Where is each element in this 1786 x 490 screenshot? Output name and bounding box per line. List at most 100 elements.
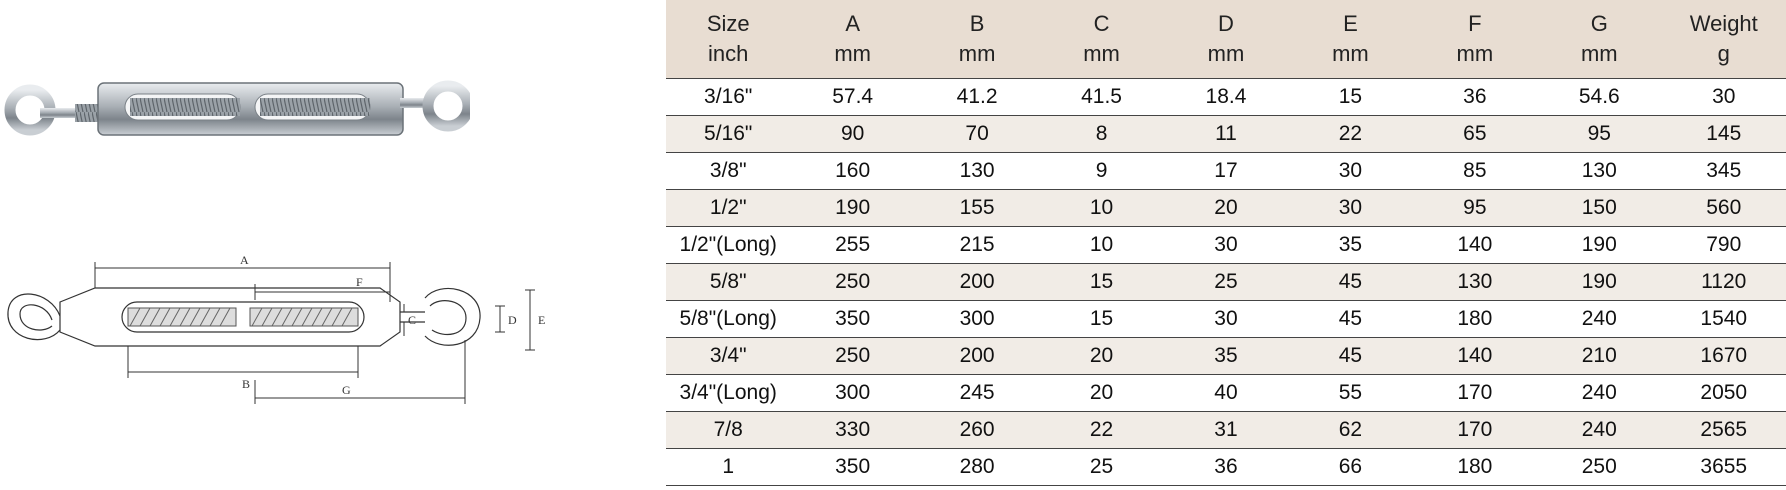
cell-b: 245 [914,374,1040,412]
cell-c: 10 [1039,189,1164,227]
cell-d: 18.4 [1163,78,1289,116]
cell-b: 300 [914,300,1040,338]
cell-g: 250 [1537,448,1662,486]
dimension-label-e: E [538,313,545,327]
cell-c: 9 [1039,152,1164,190]
cell-g: 150 [1537,189,1662,227]
cell-size: 3/16" [666,78,791,116]
dimension-label-f: F [356,275,363,289]
table-row: 5/16" 90 70 8 11 22 65 95 145 [666,115,1786,153]
cell-b: 155 [914,189,1040,227]
cell-a: 160 [790,152,915,190]
cell-a: 255 [790,226,915,264]
cell-b: 200 [914,263,1040,301]
cell-a: 350 [790,300,915,338]
header-f: Fmm [1412,0,1538,79]
cell-size: 7/8 [666,411,791,449]
cell-b: 41.2 [914,78,1040,116]
cell-f: 140 [1412,226,1538,264]
table-row: 1/2" 190 155 10 20 30 95 150 560 [666,189,1786,227]
cell-c: 22 [1039,411,1164,449]
cell-f: 170 [1412,374,1538,412]
cell-d: 11 [1163,115,1289,153]
cell-size: 5/8" [666,263,791,301]
cell-weight: 1540 [1661,300,1786,338]
cell-d: 30 [1163,300,1289,338]
cell-a: 330 [790,411,915,449]
dimension-drawing: A F B G C D E [7,253,545,404]
cell-c: 10 [1039,226,1164,264]
cell-e: 45 [1288,263,1413,301]
table-row: 7/8 330 260 22 31 62 170 240 2565 [666,411,1786,449]
cell-g: 190 [1537,226,1662,264]
table-row: 1 350 280 25 36 66 180 250 3655 [666,448,1786,486]
header-d: Dmm [1163,0,1289,79]
cell-f: 95 [1412,189,1538,227]
table-header-row: Size inch Amm Bmm Cmm Dmm Emm Fmm Gmm Wei… [666,0,1786,79]
cell-d: 31 [1163,411,1289,449]
table-row: 3/16" 57.4 41.2 41.5 18.4 15 36 54.6 30 [666,78,1786,116]
cell-d: 25 [1163,263,1289,301]
cell-d: 20 [1163,189,1289,227]
cell-weight: 3655 [1661,448,1786,486]
cell-c: 20 [1039,337,1164,375]
cell-b: 200 [914,337,1040,375]
cell-weight: 560 [1661,189,1786,227]
cell-g: 190 [1537,263,1662,301]
table-row: 3/4" 250 200 20 35 45 140 210 1670 [666,337,1786,375]
product-illustrations: A F B G C D E [0,0,650,490]
table-body: 3/16" 57.4 41.2 41.5 18.4 15 36 54.6 30 5/16" 90 70… [666,78,1786,486]
cell-e: 62 [1288,411,1413,449]
cell-e: 66 [1288,448,1413,486]
header-size: Size inch [666,0,791,79]
cell-e: 45 [1288,337,1413,375]
cell-b: 260 [914,411,1040,449]
cell-d: 17 [1163,152,1289,190]
cell-e: 45 [1288,300,1413,338]
header-c: Cmm [1039,0,1164,79]
cell-weight: 1120 [1661,263,1786,301]
cell-g: 54.6 [1537,78,1662,116]
cell-weight: 145 [1661,115,1786,153]
cell-g: 130 [1537,152,1662,190]
cell-d: 40 [1163,374,1289,412]
cell-f: 85 [1412,152,1538,190]
cell-f: 130 [1412,263,1538,301]
cell-d: 35 [1163,337,1289,375]
cell-g: 240 [1537,411,1662,449]
cell-g: 240 [1537,374,1662,412]
header-e: Emm [1288,0,1413,79]
table-row: 5/8"(Long) 350 300 15 30 45 180 240 1540 [666,300,1786,338]
cell-size: 1 [666,448,791,486]
cell-c: 15 [1039,300,1164,338]
cell-b: 215 [914,226,1040,264]
cell-e: 30 [1288,189,1413,227]
cell-f: 140 [1412,337,1538,375]
cell-b: 70 [914,115,1040,153]
cell-f: 65 [1412,115,1538,153]
cell-g: 240 [1537,300,1662,338]
cell-c: 15 [1039,263,1164,301]
cell-a: 57.4 [790,78,915,116]
cell-c: 41.5 [1039,78,1164,116]
cell-weight: 1670 [1661,337,1786,375]
cell-f: 36 [1412,78,1538,116]
header-g: Gmm [1537,0,1662,79]
dimension-label-b: B [242,377,250,391]
cell-f: 180 [1412,448,1538,486]
cell-size: 1/2"(Long) [666,226,791,264]
cell-size: 3/4" [666,337,791,375]
header-b: Bmm [914,0,1040,79]
cell-f: 180 [1412,300,1538,338]
dimension-label-d: D [508,313,517,327]
dimension-label-c: C [408,313,416,327]
cell-size: 5/16" [666,115,791,153]
cell-e: 30 [1288,152,1413,190]
cell-weight: 790 [1661,226,1786,264]
cell-a: 350 [790,448,915,486]
table-row: 3/8" 160 130 9 17 30 85 130 345 [666,152,1786,190]
cell-d: 36 [1163,448,1289,486]
cell-size: 3/8" [666,152,791,190]
cell-size: 1/2" [666,189,791,227]
cell-e: 55 [1288,374,1413,412]
